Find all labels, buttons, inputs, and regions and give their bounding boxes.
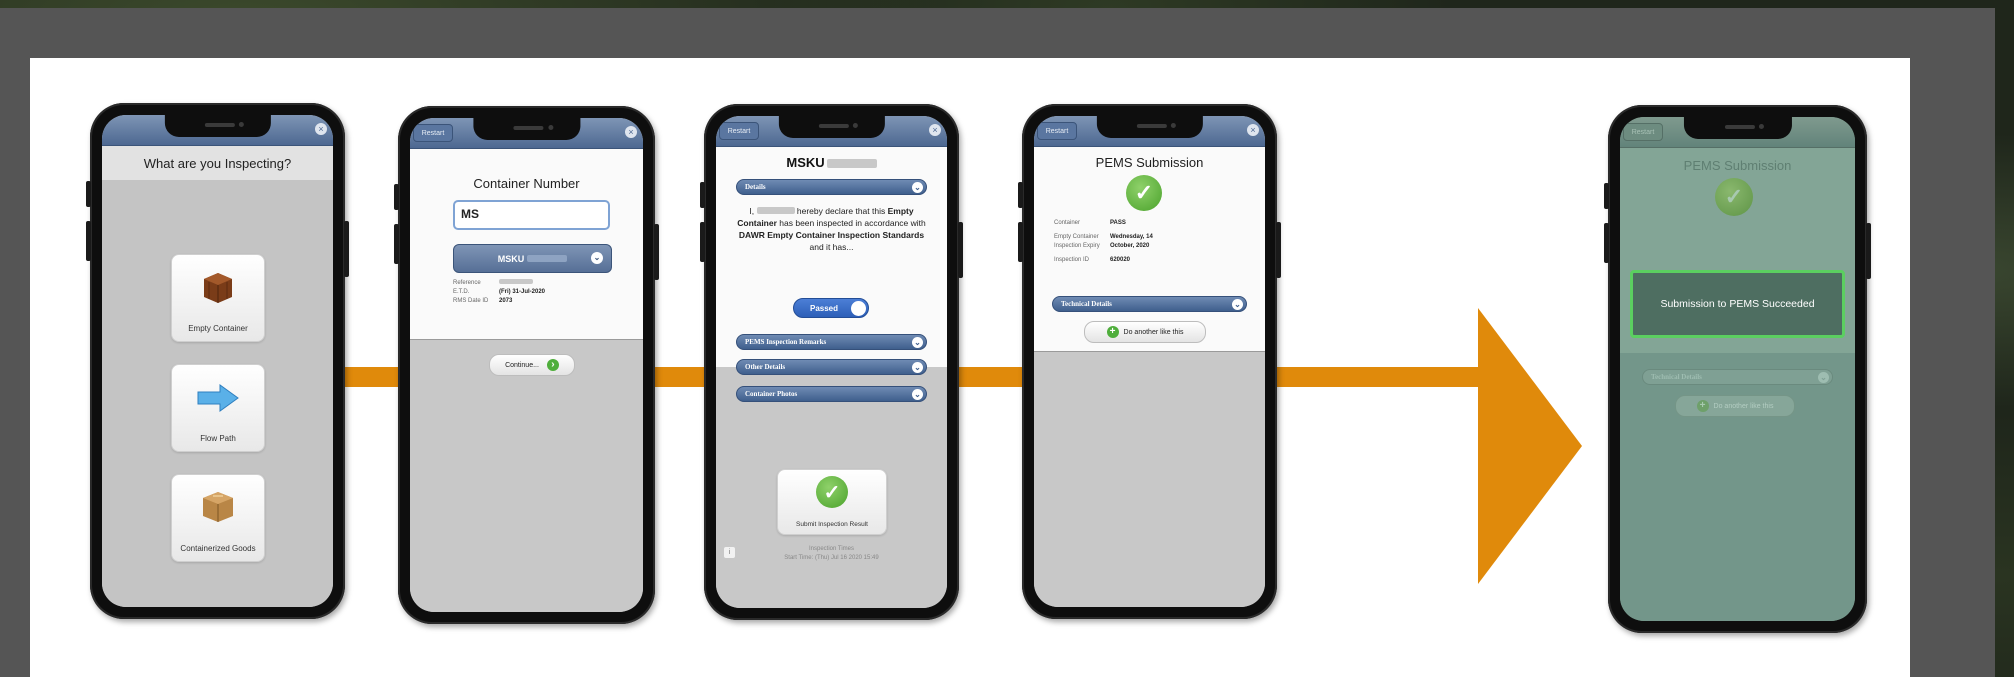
plus-icon: + (1106, 326, 1119, 338)
inspect-header: What are you Inspecting? (102, 146, 333, 180)
check-icon: ✓ (1715, 178, 1753, 216)
submission-panel: PEMS Submission ✓ Container PASS Empty Co… (1034, 147, 1265, 351)
submit-inspection-button[interactable]: ✓ Submit Inspection Result (777, 469, 887, 535)
do-another-button: + Do another like this (1675, 395, 1795, 417)
page-title: Container Number (473, 176, 580, 191)
phone-3-screen: Restart × MSKU Details ⌄ I, hereby declar… (716, 116, 947, 608)
phone-2: Restart × Container Number MS MSKU ⌄ Ref… (394, 106, 659, 624)
container-select[interactable]: MSKU ⌄ (453, 244, 612, 273)
action-area: Continue... › (410, 339, 643, 612)
phone-4: Restart × PEMS Submission ✓ Container PAS… (1018, 104, 1281, 619)
chevron-down-icon: ⌄ (912, 182, 923, 193)
container-box-icon (204, 273, 232, 303)
restart-button[interactable]: Restart (1623, 123, 1663, 141)
tile-label: Containerized Goods (180, 544, 256, 553)
chevron-down-icon: ⌄ (1818, 372, 1829, 383)
phone-2-screen: Restart × Container Number MS MSKU ⌄ Ref… (410, 118, 643, 612)
close-icon[interactable]: × (625, 126, 637, 138)
input-value: MS (461, 207, 479, 221)
passed-toggle[interactable]: Passed (793, 298, 869, 318)
page-title: What are you Inspecting? (143, 156, 292, 171)
cardboard-box-icon (203, 492, 233, 522)
empty-area (1034, 351, 1265, 607)
container-number-input[interactable]: MS (453, 200, 610, 230)
other-details-bar[interactable]: Other Details ⌄ (736, 359, 927, 375)
phone-1-screen: × What are you Inspecting? Empty Contain… (102, 115, 333, 607)
close-icon[interactable]: × (929, 124, 941, 136)
submission-details: Container PASS Empty Container Inspection… (1054, 220, 1153, 263)
tile-area: Empty Container Flow Path Containerized … (102, 180, 333, 607)
flow-arrow-icon (197, 384, 239, 412)
redacted-text (527, 255, 568, 262)
page-title: PEMS Submission (1095, 155, 1204, 170)
technical-details-bar[interactable]: Technical Details ⌄ (1052, 296, 1247, 312)
info-icon[interactable]: i (724, 547, 735, 558)
restart-button[interactable]: Restart (1037, 122, 1077, 140)
chevron-down-icon: ⌄ (591, 252, 603, 264)
do-another-button[interactable]: + Do another like this (1084, 321, 1206, 343)
chevron-down-icon: ⌄ (912, 362, 923, 373)
chevron-down-icon: ⌄ (912, 389, 923, 400)
phone-5-screen: Restart PEMS Submission ✓ Submission to … (1620, 117, 1855, 621)
submit-area: Other Details ⌄ Container Photos ⌄ ✓ Submi… (716, 359, 947, 608)
technical-details-bar: Technical Details ⌄ (1642, 369, 1833, 385)
flow-path-tile[interactable]: Flow Path (171, 364, 265, 452)
dimmed-area: Technical Details ⌄ + Do another like thi… (1620, 353, 1855, 621)
inspection-times: Inspection Times Start Time: (Thu) Jul 1… (784, 546, 879, 561)
close-icon[interactable]: × (1247, 124, 1259, 136)
details-bar[interactable]: Details ⌄ (736, 179, 927, 195)
chevron-down-icon: ⌄ (912, 337, 923, 348)
phone-4-screen: Restart × PEMS Submission ✓ Container PAS… (1034, 116, 1265, 607)
containerized-goods-tile[interactable]: Containerized Goods (171, 474, 265, 562)
container-form: Container Number MS MSKU ⌄ Reference E.T… (410, 149, 643, 339)
plus-icon: + (1696, 400, 1709, 412)
close-icon[interactable]: × (315, 123, 327, 135)
phone-5: Restart PEMS Submission ✓ Submission to … (1604, 105, 1871, 633)
container-photos-bar[interactable]: Container Photos ⌄ (736, 386, 927, 402)
check-icon: ✓ (816, 476, 848, 508)
empty-container-tile[interactable]: Empty Container (171, 254, 265, 342)
tile-label: Empty Container (188, 324, 248, 333)
continue-button[interactable]: Continue... › (489, 354, 575, 376)
tile-label: Flow Path (200, 434, 236, 443)
phone-1: × What are you Inspecting? Empty Contain… (86, 103, 349, 619)
chevron-right-icon: › (546, 359, 559, 371)
detail-row: Reference E.T.D. (Fri) 31-Jul-2020 RMS Da… (453, 279, 546, 304)
declaration-text: I, hereby declare that this Empty Contai… (737, 206, 926, 252)
success-toast: Submission to PEMS Succeeded (1630, 270, 1845, 338)
restart-button[interactable]: Restart (719, 122, 759, 140)
page-title: PEMS Submission (1683, 158, 1792, 173)
declaration-panel: MSKU Details ⌄ I, hereby declare that thi… (716, 147, 947, 367)
check-icon: ✓ (1126, 175, 1162, 211)
phone-3: Restart × MSKU Details ⌄ I, hereby declar… (700, 104, 963, 620)
chevron-down-icon: ⌄ (1232, 299, 1243, 310)
restart-button[interactable]: Restart (413, 124, 453, 142)
pems-remarks-bar[interactable]: PEMS Inspection Remarks ⌄ (736, 334, 927, 350)
flow-arrow-head (1478, 308, 1582, 584)
container-id-title: MSKU (716, 155, 947, 170)
select-value: MSKU (497, 253, 525, 264)
